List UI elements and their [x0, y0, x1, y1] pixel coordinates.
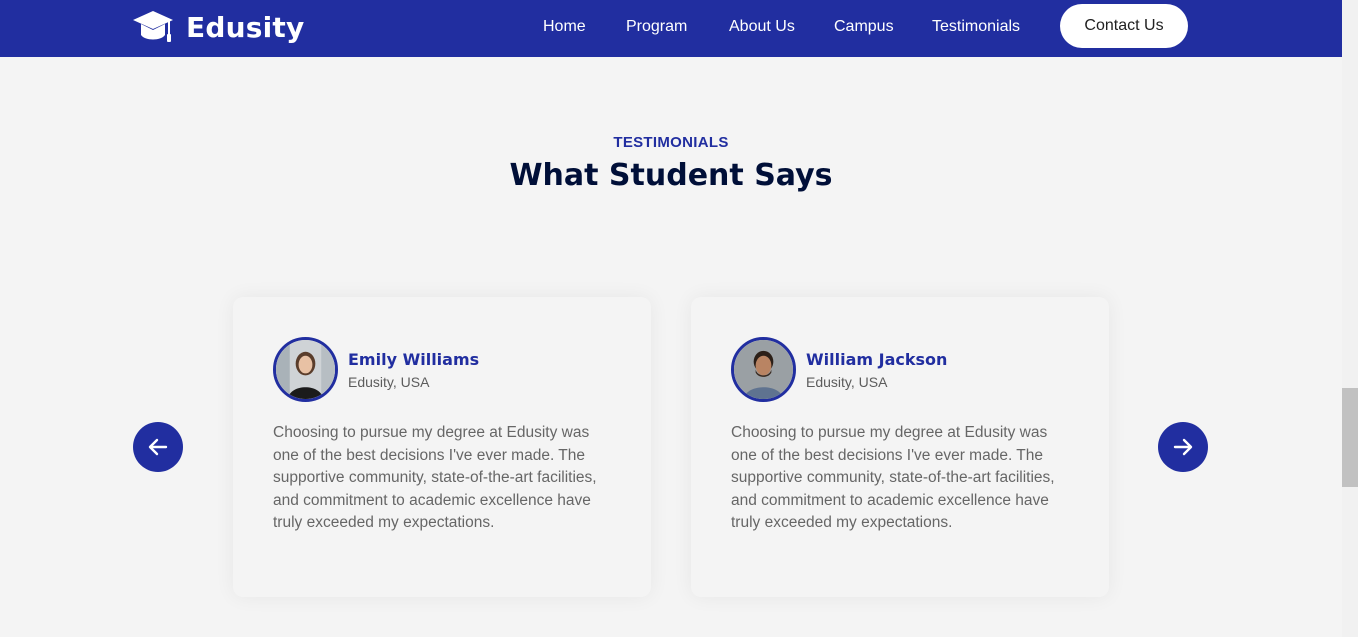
- graduation-cap-icon: [133, 11, 173, 42]
- contact-us-button[interactable]: Contact Us: [1060, 4, 1188, 48]
- next-button[interactable]: [1158, 422, 1208, 472]
- arrow-right-icon: [1173, 438, 1193, 456]
- student-photo-emily: [276, 340, 335, 399]
- section-kicker: TESTIMONIALS: [613, 134, 729, 151]
- avatar: [273, 337, 338, 402]
- testimonial-card: William Jackson Edusity, USA Choosing to…: [691, 297, 1109, 597]
- nav-program[interactable]: Program: [626, 17, 687, 37]
- testimonial-quote: Choosing to pursue my degree at Edusity …: [273, 424, 597, 531]
- nav-campus[interactable]: Campus: [834, 17, 894, 37]
- nav-testimonials[interactable]: Testimonials: [932, 17, 1020, 37]
- avatar: [731, 337, 796, 402]
- brand-name: Edusity: [186, 10, 305, 44]
- navbar: Edusity Home Program About Us Campus Tes…: [0, 0, 1342, 57]
- nav-about-us[interactable]: About Us: [729, 17, 795, 37]
- brand-logo[interactable]: Edusity: [132, 8, 304, 46]
- contact-us-label: Contact Us: [1084, 17, 1164, 34]
- nav-home[interactable]: Home: [543, 17, 586, 37]
- arrow-left-icon: [148, 438, 168, 456]
- student-name: Emily Williams: [348, 350, 480, 369]
- scrollbar-thumb[interactable]: [1342, 388, 1358, 487]
- section-title: What Student Says: [509, 158, 833, 193]
- testimonial-card: Emily Williams Edusity, USA Choosing to …: [233, 297, 651, 597]
- previous-button[interactable]: [133, 422, 183, 472]
- student-name: William Jackson: [806, 350, 948, 369]
- student-location: Edusity, USA: [806, 374, 888, 390]
- page: Edusity Home Program About Us Campus Tes…: [0, 0, 1358, 637]
- testimonial-quote: Choosing to pursue my degree at Edusity …: [731, 424, 1055, 531]
- student-photo-william: [734, 340, 793, 399]
- student-location: Edusity, USA: [348, 374, 430, 390]
- scrollbar-track[interactable]: [1342, 0, 1358, 637]
